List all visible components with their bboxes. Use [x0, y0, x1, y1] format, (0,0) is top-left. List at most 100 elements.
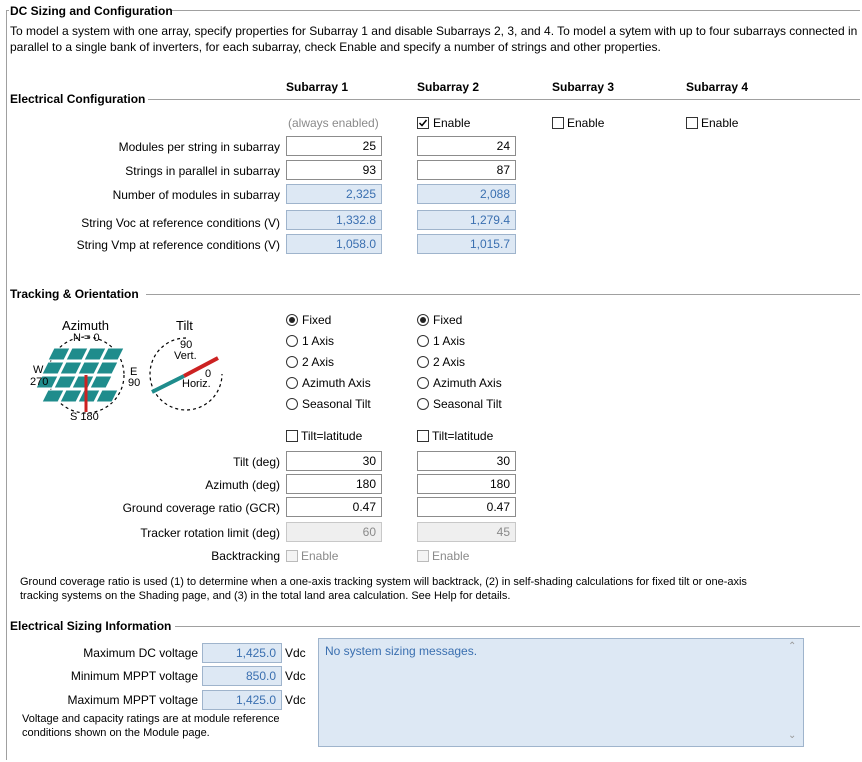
subarray2-backtracking-enable-label: Enable: [432, 549, 470, 563]
modules-per-string-label: Modules per string in subarray: [118, 140, 280, 154]
tilt-horiz-label: Horiz.: [182, 378, 211, 390]
subarray1-radio-2-axis[interactable]: [286, 356, 298, 368]
subarray1-tilt-latitude-label: Tilt=latitude: [301, 429, 363, 443]
subarray1-radio-fixed[interactable]: [286, 314, 298, 326]
sizing-messages-text: No system sizing messages.: [325, 644, 478, 658]
rotation-limit-label: Tracker rotation limit (deg): [140, 526, 280, 540]
azimuth-north-label: N = 0: [73, 332, 100, 344]
subarray3-enable-label: Enable: [567, 116, 605, 130]
left-border: [6, 10, 7, 760]
subarray2-radio-1-axis[interactable]: [417, 335, 429, 347]
col-header-subarray-2: Subarray 2: [417, 80, 480, 94]
max-dc-voltage-label: Maximum DC voltage: [83, 646, 198, 660]
description-line-1: To model a system with one array, specif…: [10, 24, 858, 38]
col-header-subarray-3: Subarray 3: [552, 80, 615, 94]
subarray2-modules-per-string-input[interactable]: 24: [417, 136, 516, 156]
scroll-down-icon[interactable]: ⌄: [788, 730, 796, 741]
subarray2-gcr-input[interactable]: 0.47: [417, 497, 516, 517]
azimuth-deg-label: Azimuth (deg): [205, 478, 280, 492]
subarray1-strings-in-parallel-input[interactable]: 93: [286, 160, 382, 180]
subarray2-radio-fixed[interactable]: [417, 314, 429, 326]
subarray1-modules-per-string-input[interactable]: 25: [286, 136, 382, 156]
subarray1-number-of-modules-value: 2,325: [286, 184, 382, 204]
subarray3-enable-checkbox[interactable]: [552, 117, 564, 129]
azimuth-east-deg: 90: [128, 377, 141, 389]
gcr-note-line-2: tracking systems on the Shading page, an…: [20, 590, 511, 602]
backtracking-label: Backtracking: [211, 549, 280, 563]
subarray2-number-of-modules-value: 2,088: [417, 184, 516, 204]
gcr-label: Ground coverage ratio (GCR): [122, 501, 280, 515]
subarray2-tilt-latitude-label: Tilt=latitude: [432, 429, 494, 443]
subarray1-1-axis-label: 1 Axis: [302, 334, 335, 348]
subarray2-strings-in-parallel-input[interactable]: 87: [417, 160, 516, 180]
col-header-subarray-4: Subarray 4: [686, 80, 749, 94]
subarray2-radio-seasonal-tilt[interactable]: [417, 398, 429, 410]
tilt-title: Tilt: [176, 318, 193, 333]
subarray1-tilt-latitude-checkbox[interactable]: [286, 430, 298, 442]
subarray2-backtracking-checkbox[interactable]: [417, 550, 429, 562]
max-dc-voltage-value: 1,425.0: [202, 643, 282, 663]
subarray2-tilt-input[interactable]: 30: [417, 451, 516, 471]
subarray2-1-axis-label: 1 Axis: [433, 334, 466, 348]
voltage-note-line-1: Voltage and capacity ratings are at modu…: [22, 713, 280, 725]
subarray2-seasonal-tilt-label: Seasonal Tilt: [433, 397, 502, 411]
azimuth-west-label: W: [33, 364, 44, 376]
subarray1-azimuth-axis-label: Azimuth Axis: [302, 376, 371, 390]
subarray1-rotation-limit-input[interactable]: 60: [286, 522, 382, 542]
max-mppt-voltage-unit: Vdc: [285, 693, 306, 707]
check-icon: [418, 119, 428, 127]
min-mppt-voltage-unit: Vdc: [285, 669, 306, 683]
subarray1-radio-seasonal-tilt[interactable]: [286, 398, 298, 410]
subarray1-gcr-input[interactable]: 0.47: [286, 497, 382, 517]
subarray2-rotation-limit-input[interactable]: 45: [417, 522, 516, 542]
strings-in-parallel-label: Strings in parallel in subarray: [125, 164, 280, 178]
gcr-note-line-1: Ground coverage ratio is used (1) to det…: [20, 576, 747, 588]
title-tick: [6, 10, 9, 11]
tilt-deg-label: Tilt (deg): [233, 455, 280, 469]
min-mppt-voltage-value: 850.0: [202, 666, 282, 686]
subarray2-2-axis-label: 2 Axis: [433, 355, 466, 369]
tilt-vert-label: Vert.: [174, 350, 197, 362]
tracking-rule: [146, 294, 860, 295]
subarray1-backtracking-checkbox[interactable]: [286, 550, 298, 562]
subarray1-string-vmp-value: 1,058.0: [286, 234, 382, 254]
subarray2-tilt-latitude-checkbox[interactable]: [417, 430, 429, 442]
subarray2-enable-checkbox[interactable]: [417, 117, 429, 129]
azimuth-west-deg: 270: [30, 376, 49, 388]
description-line-2: parallel to a single bank of inverters, …: [10, 40, 661, 54]
scroll-up-icon[interactable]: ⌃: [788, 641, 796, 652]
subarray1-2-axis-label: 2 Axis: [302, 355, 335, 369]
subarray1-string-voc-value: 1,332.8: [286, 210, 382, 230]
tracking-title: Tracking & Orientation: [10, 287, 139, 301]
voltage-note-line-2: conditions shown on the Module page.: [22, 727, 210, 739]
title-rule: [172, 10, 860, 11]
subarray2-azimuth-input[interactable]: 180: [417, 474, 516, 494]
sizing-rule: [175, 626, 860, 627]
subarray1-tilt-input[interactable]: 30: [286, 451, 382, 471]
max-dc-voltage-unit: Vdc: [285, 646, 306, 660]
subarray1-fixed-label: Fixed: [302, 313, 332, 327]
subarray1-always-enabled: (always enabled): [288, 116, 379, 130]
subarray2-radio-azimuth-axis[interactable]: [417, 377, 429, 389]
subarray1-azimuth-input[interactable]: 180: [286, 474, 382, 494]
page-title: DC Sizing and Configuration: [10, 4, 173, 18]
col-header-subarray-1: Subarray 1: [286, 80, 349, 94]
subarray1-seasonal-tilt-label: Seasonal Tilt: [302, 397, 371, 411]
sizing-messages-box[interactable]: No system sizing messages.: [318, 638, 804, 747]
subarray2-enable-label: Enable: [433, 116, 471, 130]
subarray2-fixed-label: Fixed: [433, 313, 463, 327]
subarray4-enable-checkbox[interactable]: [686, 117, 698, 129]
max-mppt-voltage-value: 1,425.0: [202, 690, 282, 710]
subarray2-string-voc-value: 1,279.4: [417, 210, 516, 230]
string-vmp-label: String Vmp at reference conditions (V): [76, 238, 280, 252]
subarray2-string-vmp-value: 1,015.7: [417, 234, 516, 254]
subarray4-enable-label: Enable: [701, 116, 739, 130]
electrical-config-title: Electrical Configuration: [10, 92, 146, 106]
electrical-config-rule: [148, 99, 860, 100]
subarray1-radio-azimuth-axis[interactable]: [286, 377, 298, 389]
sizing-title: Electrical Sizing Information: [10, 619, 172, 633]
subarray2-radio-2-axis[interactable]: [417, 356, 429, 368]
subarray1-radio-1-axis[interactable]: [286, 335, 298, 347]
string-voc-label: String Voc at reference conditions (V): [81, 216, 280, 230]
number-of-modules-label: Number of modules in subarray: [112, 188, 280, 202]
